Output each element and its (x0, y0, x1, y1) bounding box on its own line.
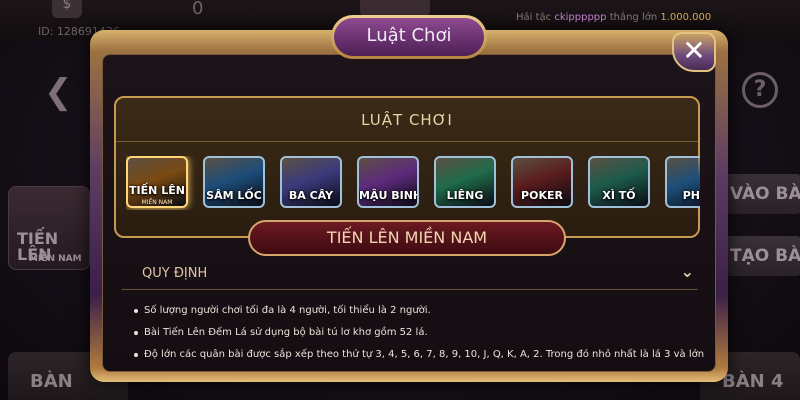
game-tab-label: TIẾN LÊN (129, 184, 185, 197)
section-divider (122, 289, 698, 290)
modal-title-tab: Luật Chơi (331, 15, 487, 59)
game-tab[interactable]: SÂM LỐC (203, 156, 265, 208)
modal-title: Luật Chơi (334, 18, 484, 56)
win-ticker: Hải tặc ckipppppp thắng lớn 1.000.000 (516, 12, 711, 23)
help-icon[interactable]: ? (742, 72, 778, 108)
close-icon[interactable]: ✕ (672, 32, 716, 72)
game-tab[interactable]: LIÊNG (434, 156, 496, 208)
panel-title: LUẬT CHƠI (116, 98, 698, 142)
create-table-button[interactable]: TẠO BÀN (724, 236, 800, 276)
rules-list: Số lượng người chơi tối đa là 4 người, t… (122, 300, 712, 376)
game-selector-panel: LUẬT CHƠI TIẾN LÊN MIỀN NAM SÂM LỐC BA CÂY M… (114, 96, 700, 238)
game-tab[interactable]: MẬU BINH (357, 156, 419, 208)
currency-icon: $ (52, 0, 82, 18)
ticker-mid: thắng lớn (609, 12, 658, 23)
game-tab-sublabel: MIỀN NAM (141, 199, 173, 206)
game-tab[interactable]: TIẾN LÊN MIỀN NAM (126, 156, 188, 208)
balance-value: 0 (192, 0, 204, 19)
ticker-name: ckipppppp (554, 12, 607, 23)
game-tab[interactable]: POKER (511, 156, 573, 208)
tile-label-bottom: MIỀN NAM (29, 254, 82, 264)
rules-section-header[interactable]: QUY ĐỊNH ⌄ (140, 262, 700, 286)
game-tab-label: SÂM LỐC (206, 189, 262, 202)
game-tab-label: LIÊNG (446, 189, 484, 202)
selected-game-title: TIẾN LÊN MIỀN NAM (248, 220, 566, 256)
rule-item: Bài Tiến Lên Đếm Lá sử dụng bộ bài tú lơ… (122, 322, 712, 344)
game-tab-label: BA CÂY (288, 189, 334, 202)
game-tab[interactable]: BA CÂY (280, 156, 342, 208)
game-tab-label: POKER (521, 189, 563, 202)
rule-item: Độ lớn các quân bài được sắp xếp theo th… (122, 344, 712, 366)
ticker-prefix: Hải tặc (516, 12, 552, 23)
ticker-amount: 1.000.000 (660, 12, 712, 23)
game-tab[interactable]: XÌ TỐ (588, 156, 650, 208)
game-tab-label: PHỎ (682, 189, 700, 202)
game-list: TIẾN LÊN MIỀN NAM SÂM LỐC BA CÂY MẬU BINH LIÊ… (126, 156, 700, 210)
back-arrow-icon[interactable]: ❮ (44, 72, 73, 112)
section-label: QUY ĐỊNH (142, 266, 208, 281)
game-tab[interactable]: PHỎ (665, 156, 700, 208)
chevron-down-icon[interactable]: ⌄ (681, 262, 694, 281)
rule-item: Số lượng người chơi tối đa là 4 người, t… (122, 300, 712, 322)
game-screen: $ 0 ID: 128691436 Hải tặc ckipppppp thắn… (0, 0, 800, 400)
lobby-game-tile[interactable]: TIẾN LÊN MIỀN NAM (8, 186, 90, 270)
game-tab-label: XÌ TỐ (602, 189, 636, 202)
game-tab-label: MẬU BINH (359, 189, 419, 202)
join-table-button[interactable]: VÀO BÀN (724, 174, 800, 214)
